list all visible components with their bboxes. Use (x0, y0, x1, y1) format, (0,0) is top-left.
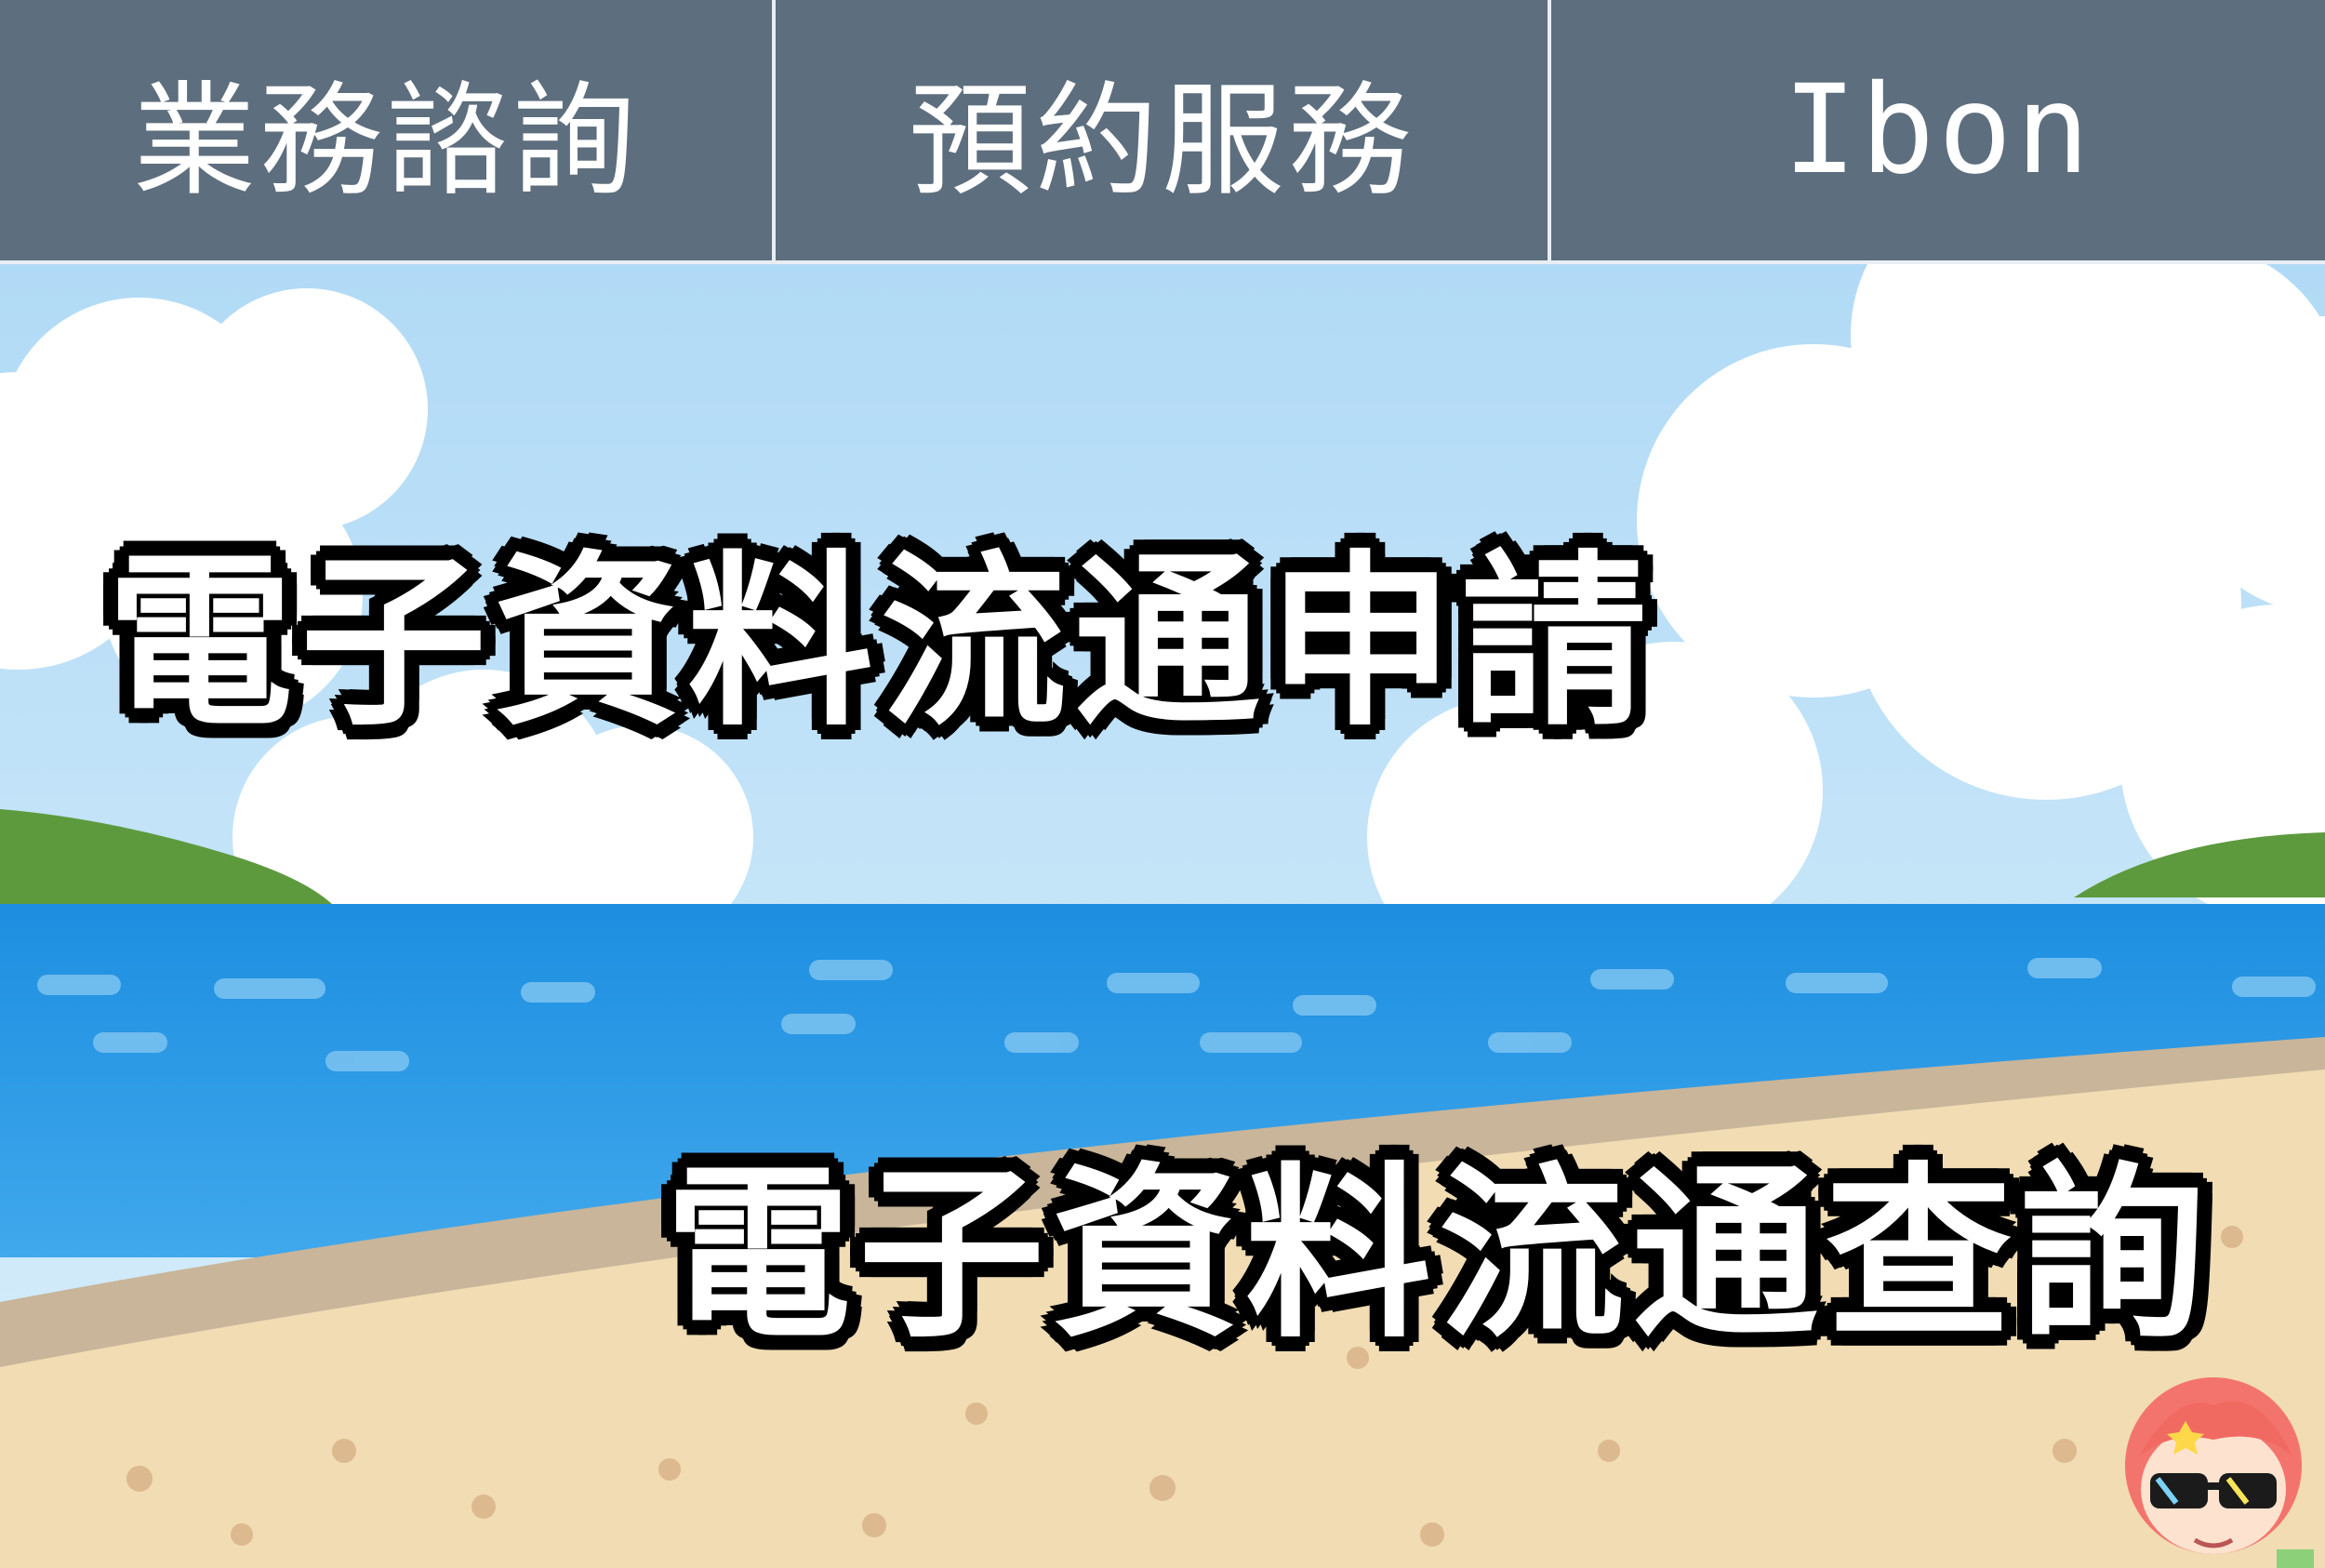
tab-business-inquiry[interactable]: 業務諮詢 (0, 0, 776, 260)
top-navigation-bar: 業務諮詢 預約服務 Ibon (0, 0, 2325, 264)
mascot-character-icon (2125, 1377, 2314, 1568)
electronic-data-apply-link[interactable]: 電子資料流通申請 (107, 491, 1654, 761)
electronic-data-query-link[interactable]: 電子資料流通查詢 (665, 1103, 2212, 1373)
tab-reservation-service[interactable]: 預約服務 (776, 0, 1551, 260)
tab-ibon[interactable]: Ibon (1551, 0, 2325, 260)
